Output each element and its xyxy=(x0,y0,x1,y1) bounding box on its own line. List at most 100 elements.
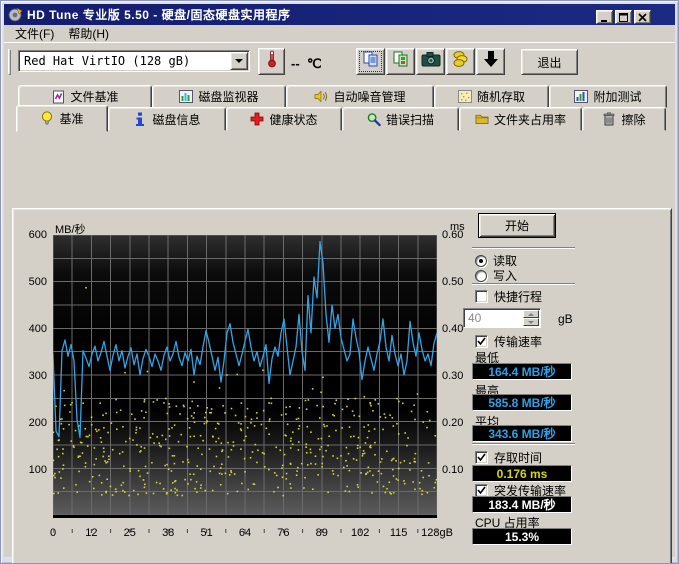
left-axis-tick: 300 xyxy=(17,370,47,382)
tab-aam-speaker[interactable]: 自动噪音管理 xyxy=(286,85,434,108)
write-radio-label: 写入 xyxy=(493,267,517,284)
folder-usage-icon xyxy=(475,112,489,126)
tab-erase-trash[interactable]: 擦除 xyxy=(582,107,666,131)
tab-label: 基准 xyxy=(59,110,83,127)
left-axis-tick: 600 xyxy=(17,229,47,241)
copy-icon xyxy=(362,50,380,73)
drive-select-dropdown-icon[interactable] xyxy=(230,52,248,70)
aam-speaker-icon xyxy=(314,90,328,104)
tab-disk-monitor[interactable]: 磁盘监视器 xyxy=(152,85,286,108)
max-value: 585.8 MB/秒 xyxy=(472,394,572,411)
short-stroke-checkbox-box[interactable] xyxy=(475,290,488,303)
tab-label: 文件夹占用率 xyxy=(494,111,566,128)
short-stroke-size-stepper[interactable]: 40 xyxy=(463,308,541,328)
hdtune-window: HD Tune 专业版 5.50 - 硬盘/固态硬盘实用程序 文件(F)帮助(H… xyxy=(0,0,679,564)
short-stroke-label: 快捷行程 xyxy=(494,288,542,305)
tab-label: 磁盘监视器 xyxy=(198,88,258,105)
separator xyxy=(472,247,575,249)
exit-button-label: 退出 xyxy=(537,54,561,71)
short-stroke-unit-label: gB xyxy=(558,312,573,326)
read-radio-circle[interactable] xyxy=(475,255,487,267)
donate-button[interactable] xyxy=(446,48,475,75)
burst-rate-value: 183.4 MB/秒 xyxy=(472,496,572,513)
tab-folder-usage[interactable]: 文件夹占用率 xyxy=(459,107,582,131)
disk-monitor-icon xyxy=(179,90,193,104)
title-bar[interactable]: HD Tune 专业版 5.50 - 硬盘/固态硬盘实用程序 xyxy=(4,4,675,25)
temperature-value: -- xyxy=(291,56,300,71)
stepper-up-button[interactable] xyxy=(523,310,539,318)
minimize-button[interactable] xyxy=(596,10,613,24)
stepper-down-button[interactable] xyxy=(523,318,539,326)
camera-icon xyxy=(421,51,441,72)
tab-random-access[interactable]: 随机存取 xyxy=(434,85,549,108)
drive-select-value: Red Hat VirtIO (128 gB) xyxy=(19,54,230,68)
thermometer-icon xyxy=(265,50,279,73)
menu-item-1[interactable]: 帮助(H) xyxy=(61,24,116,43)
temperature-unit: ℃ xyxy=(307,56,322,72)
error-scan-icon xyxy=(367,112,381,126)
menu-bar: 文件(F)帮助(H) xyxy=(4,25,675,42)
maximize-button[interactable] xyxy=(615,10,632,24)
left-axis-tick: 400 xyxy=(17,323,47,335)
short-stroke-checkbox[interactable]: 快捷行程 xyxy=(475,288,542,305)
erase-trash-icon xyxy=(602,112,616,126)
copy-image-button[interactable] xyxy=(386,48,415,75)
screenshot-button[interactable] xyxy=(416,48,445,75)
access-time-checkbox-box[interactable] xyxy=(475,451,488,464)
right-axis-tick: 0.60 xyxy=(442,229,476,241)
transfer-rate-checkbox-box[interactable] xyxy=(475,335,488,348)
access-time-checkbox[interactable]: 存取时间 xyxy=(475,449,542,466)
tab-extra-tests[interactable]: 附加测试 xyxy=(549,85,667,108)
access-time-label: 存取时间 xyxy=(494,449,542,466)
file-benchmark-icon xyxy=(51,90,65,104)
tab-label: 自动噪音管理 xyxy=(333,88,405,105)
exit-button[interactable]: 退出 xyxy=(521,49,578,75)
benchmark-tab-page: MB/秒 ms 600500400300200100 0.600.500.400… xyxy=(12,208,672,564)
temperature-button[interactable] xyxy=(258,48,285,75)
tab-label: 错误扫描 xyxy=(386,111,434,128)
window-controls xyxy=(596,10,651,24)
tab-health-cross[interactable]: 健康状态 xyxy=(226,107,342,131)
disk-info-icon xyxy=(133,112,147,126)
tab-benchmark-bulb[interactable]: 基准 xyxy=(16,105,108,132)
health-cross-icon xyxy=(250,112,264,126)
left-axis-tick: 500 xyxy=(17,276,47,288)
right-axis-tick: 0.30 xyxy=(442,370,476,382)
cpu-usage-value: 15.3% xyxy=(472,528,572,545)
separator xyxy=(472,283,575,285)
window-title: HD Tune 专业版 5.50 - 硬盘/固态硬盘实用程序 xyxy=(27,6,290,23)
left-axis-tick: 200 xyxy=(17,417,47,429)
benchmark-bulb-icon xyxy=(40,112,54,126)
tab-label: 随机存取 xyxy=(477,88,525,105)
copy-results-button[interactable] xyxy=(356,48,385,75)
tab-error-scan[interactable]: 错误扫描 xyxy=(342,107,459,131)
x-axis-ticks xyxy=(53,521,437,526)
transfer-rate-checkbox[interactable]: 传输速率 xyxy=(475,333,542,350)
start-button-label: 开始 xyxy=(505,217,529,234)
avg-value: 343.6 MB/秒 xyxy=(472,425,572,442)
tab-label: 擦除 xyxy=(621,111,645,128)
transfer-rate-label: 传输速率 xyxy=(494,333,542,350)
start-button[interactable]: 开始 xyxy=(478,213,556,238)
write-radio[interactable]: 写入 xyxy=(475,267,517,284)
drive-select[interactable]: Red Hat VirtIO (128 gB) xyxy=(18,50,250,72)
write-radio-circle[interactable] xyxy=(475,270,487,282)
toolbar: Red Hat VirtIO (128 gB) -- ℃ 退出 xyxy=(4,42,675,79)
benchmark-plot xyxy=(53,235,437,518)
left-axis-tick: 100 xyxy=(17,464,47,476)
right-axis-tick: 0.10 xyxy=(442,464,476,476)
toolbar-grip xyxy=(8,49,11,75)
close-button[interactable] xyxy=(634,10,651,24)
copy-image-icon xyxy=(392,50,410,73)
coins-icon xyxy=(452,50,470,73)
tab-label: 附加测试 xyxy=(593,88,641,105)
app-icon xyxy=(8,7,23,22)
right-axis-tick: 0.50 xyxy=(442,276,476,288)
menu-item-0[interactable]: 文件(F) xyxy=(8,24,61,43)
access-time-value: 0.176 ms xyxy=(472,465,572,482)
arrow-down-icon xyxy=(483,50,499,73)
min-value: 164.4 MB/秒 xyxy=(472,363,572,380)
tab-disk-info[interactable]: 磁盘信息 xyxy=(108,107,226,131)
save-results-button[interactable] xyxy=(476,48,505,75)
tab-label: 文件基准 xyxy=(70,88,118,105)
